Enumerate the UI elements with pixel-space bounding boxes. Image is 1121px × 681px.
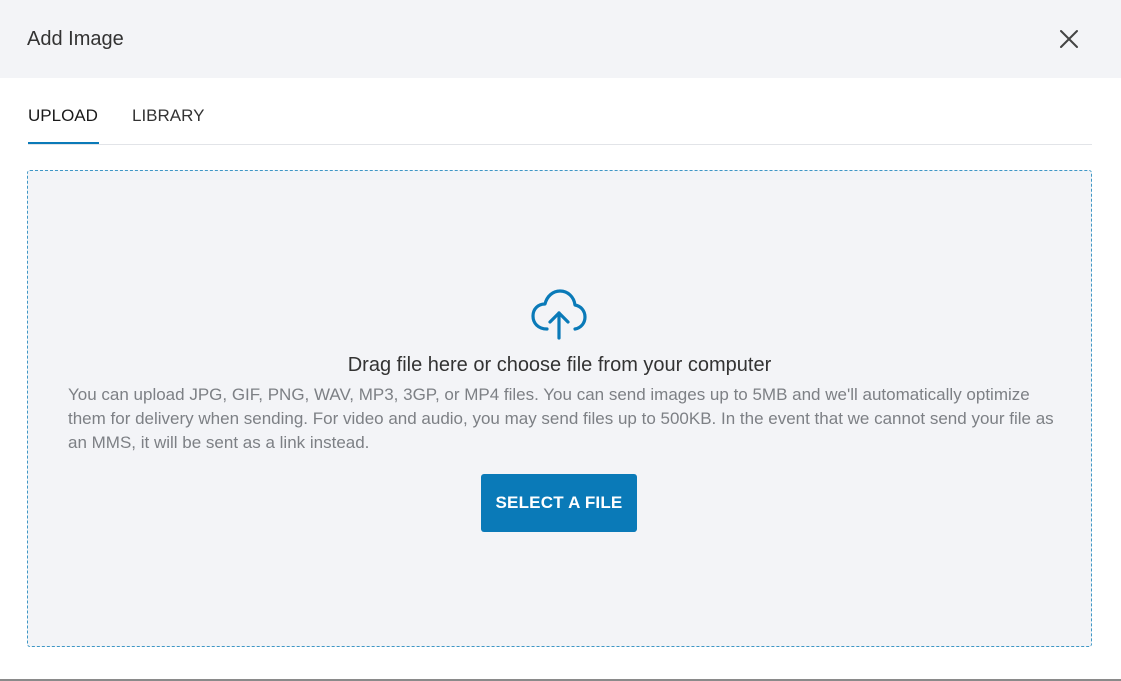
select-file-button[interactable]: SELECT A FILE	[481, 474, 637, 532]
modal-header: Add Image	[0, 0, 1121, 78]
modal-title: Add Image	[27, 28, 124, 50]
file-dropzone[interactable]: Drag file here or choose file from your …	[27, 170, 1092, 647]
tab-upload[interactable]: UPLOAD	[28, 95, 99, 144]
add-image-modal: Add Image UPLOAD LIBRARY Drag file here …	[0, 0, 1121, 681]
tab-library[interactable]: LIBRARY	[132, 95, 212, 144]
dropzone-heading: Drag file here or choose file from your …	[347, 354, 772, 376]
close-button[interactable]	[1052, 22, 1086, 56]
dropzone-help-text: You can upload JPG, GIF, PNG, WAV, MP3, …	[68, 385, 1054, 452]
tab-bar: UPLOAD LIBRARY	[28, 95, 1092, 145]
close-icon	[1060, 30, 1078, 48]
cloud-upload-icon	[531, 289, 587, 340]
